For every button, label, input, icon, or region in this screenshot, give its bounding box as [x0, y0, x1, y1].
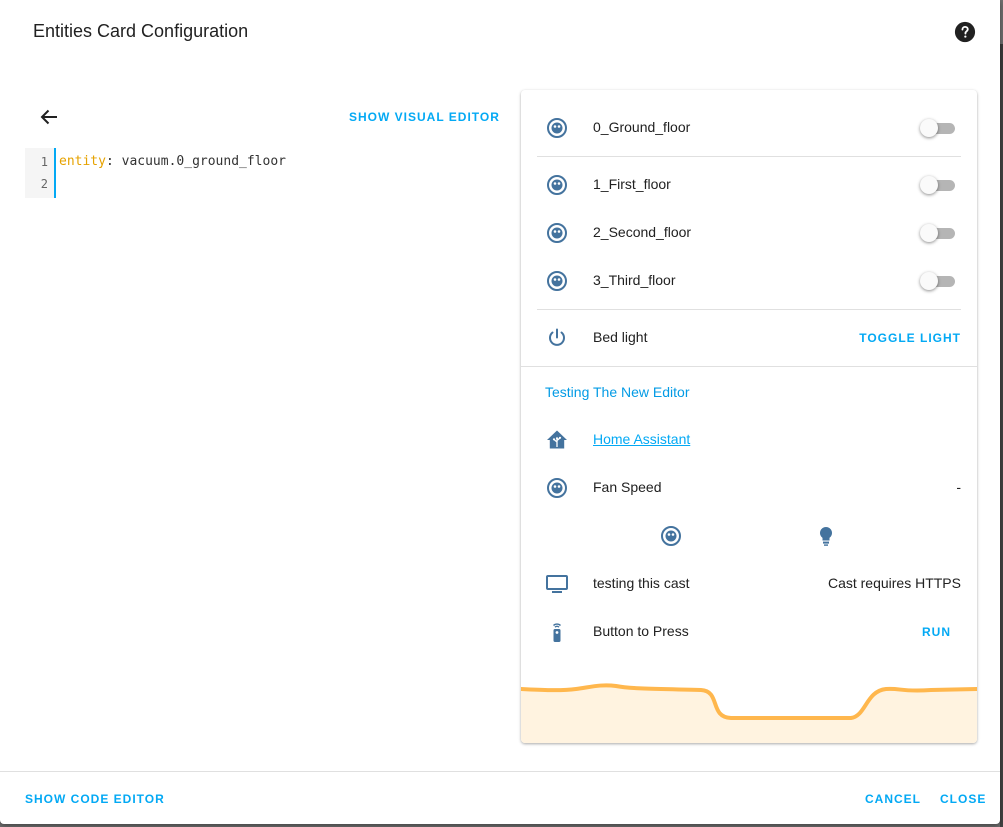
dialog-title: Entities Card Configuration [33, 21, 249, 41]
section-divider [521, 366, 977, 367]
entity-toggle[interactable] [920, 176, 957, 194]
cast-status: Cast requires HTTPS [827, 575, 961, 591]
entity-name: 0_Ground_floor [593, 119, 691, 135]
entity-row-1-first-floor[interactable]: 1_First_floor [521, 161, 977, 209]
toggle-light-button[interactable]: TOGGLE LIGHT [859, 331, 961, 345]
row-divider [537, 309, 961, 310]
lightbulb-icon[interactable] [814, 524, 838, 548]
cancel-button[interactable]: CANCEL [865, 792, 921, 806]
entity-toggle[interactable] [920, 224, 957, 242]
robot-vacuum-icon[interactable] [659, 524, 683, 548]
run-button[interactable]: RUN [922, 625, 951, 639]
close-button[interactable]: CLOSE [940, 792, 986, 806]
cast-row[interactable]: testing this cast Cast requires HTTPS [521, 560, 977, 608]
footer-divider [0, 771, 1000, 772]
entities-card-preview: 0_Ground_floor 1_First_floor 2_Second_fl… [521, 90, 977, 743]
entity-name: 1_First_floor [593, 176, 671, 192]
button-row-button-to-press[interactable]: Button to Press RUN [521, 608, 977, 656]
buttons-row [521, 512, 977, 560]
entity-toggle[interactable] [920, 272, 957, 290]
entity-name: 2_Second_floor [593, 224, 692, 240]
arrow-left-icon[interactable] [37, 105, 61, 129]
robot-vacuum-icon [547, 478, 567, 498]
line-number: 2 [40, 177, 48, 191]
button-name: Button to Press [593, 623, 689, 639]
robot-vacuum-icon [547, 271, 567, 291]
yaml-key: entity [59, 154, 106, 169]
robot-vacuum-icon [547, 223, 567, 243]
entity-row-bed-light[interactable]: Bed light TOGGLE LIGHT [521, 314, 977, 362]
show-code-editor-button[interactable]: SHOW CODE EDITOR [25, 792, 165, 806]
entities-card-config-dialog: Entities Card Configuration SHOW VISUAL … [0, 0, 1000, 824]
code-line[interactable]: entity: vacuum.0_ground_floor [59, 154, 286, 169]
entity-row-3-third-floor[interactable]: 3_Third_floor [521, 257, 977, 305]
weblink-row-home-assistant[interactable]: Home Assistant [521, 416, 977, 464]
yaml-code-editor[interactable]: 1 2 entity: vacuum.0_ground_floor [25, 148, 495, 200]
line-number-gutter: 1 2 [25, 148, 56, 198]
attribute-value: - [956, 479, 961, 495]
remote-icon [553, 623, 561, 642]
power-icon [549, 328, 565, 346]
home-assistant-icon [547, 430, 567, 449]
line-number: 1 [40, 155, 48, 169]
entity-row-2-second-floor[interactable]: 2_Second_floor [521, 209, 977, 257]
cast-name: testing this cast [593, 575, 690, 591]
attribute-row-fan-speed[interactable]: Fan Speed - [521, 464, 977, 512]
section-title: Testing The New Editor [545, 384, 690, 400]
yaml-separator: : [105, 154, 122, 169]
television-icon [546, 575, 568, 593]
help-circle-icon[interactable] [954, 21, 976, 43]
home-assistant-link[interactable]: Home Assistant [593, 431, 690, 447]
entity-row-0-ground-floor[interactable]: 0_Ground_floor [521, 104, 977, 152]
robot-vacuum-icon [547, 118, 567, 138]
robot-vacuum-icon [547, 175, 567, 195]
entity-toggle[interactable] [920, 119, 957, 137]
history-graph [521, 683, 977, 743]
row-divider [537, 156, 961, 157]
attribute-name: Fan Speed [593, 479, 662, 495]
entity-name: Bed light [593, 329, 648, 345]
show-visual-editor-button[interactable]: SHOW VISUAL EDITOR [349, 110, 500, 124]
entity-name: 3_Third_floor [593, 272, 676, 288]
yaml-value: vacuum.0_ground_floor [121, 154, 286, 169]
